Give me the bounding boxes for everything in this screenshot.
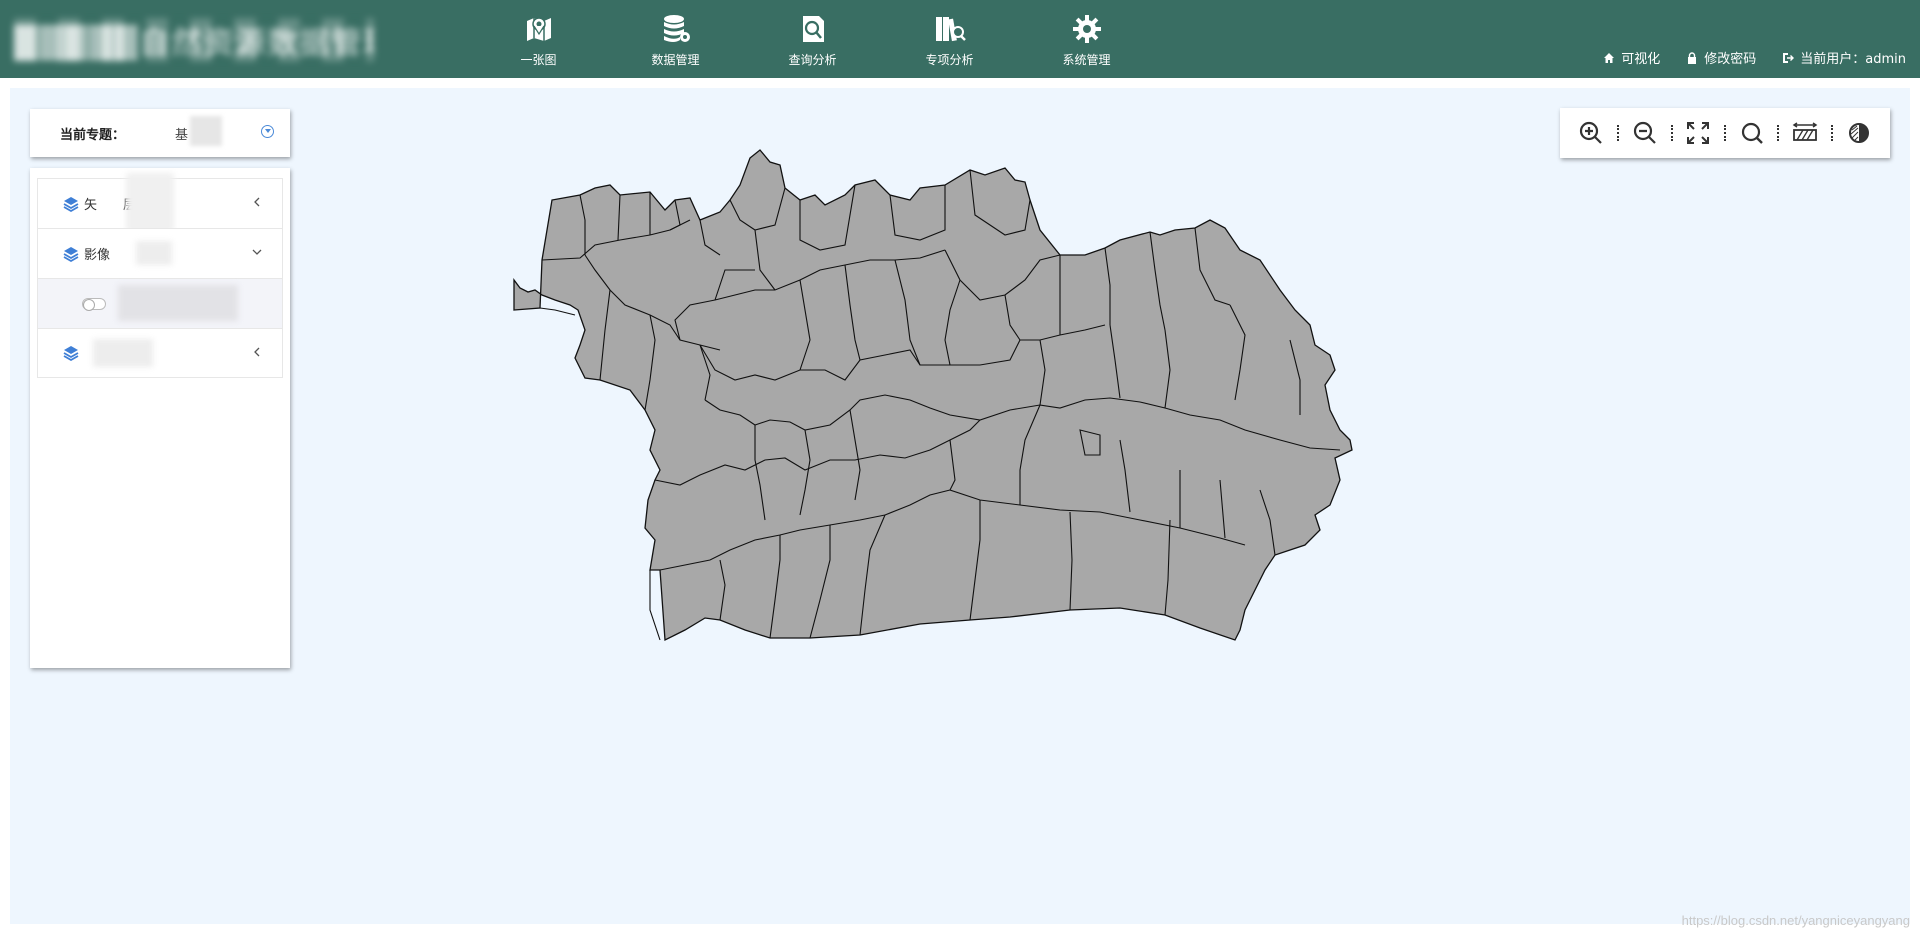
main-nav: 一张图 数据管理 查询分析 专项分析 系统管理	[470, 0, 1155, 78]
layer-group-label: 矢	[84, 198, 98, 213]
map-region[interactable]	[513, 149, 1353, 642]
toolbar-separator	[1723, 125, 1726, 141]
nav-item-data-management[interactable]: 数据管理	[607, 0, 744, 78]
nav-label: 专项分析	[925, 53, 974, 67]
chevron-left-icon[interactable]	[252, 197, 262, 207]
subject-dropdown-icon[interactable]	[261, 125, 274, 138]
books-search-icon	[935, 17, 966, 42]
measure-icon[interactable]	[1792, 120, 1818, 146]
chevron-down-icon[interactable]	[252, 247, 262, 257]
map-pin-icon	[526, 17, 551, 41]
visualize-link[interactable]: 可视化	[1603, 48, 1660, 67]
district-map[interactable]	[500, 140, 1450, 800]
layers-icon	[63, 246, 79, 262]
nav-item-system-management[interactable]: 系统管理	[1018, 0, 1155, 78]
toolbar-separator	[1777, 125, 1780, 141]
redaction-mask	[136, 241, 172, 265]
map-toolbar	[1560, 108, 1890, 158]
layer-group-other[interactable]	[37, 328, 283, 378]
user-bar: 可视化 修改密码 当前用户：admin	[1603, 48, 1906, 67]
contrast-icon[interactable]	[1846, 120, 1872, 146]
app-title: █████自然资源数据管理平台	[14, 18, 374, 62]
zoom-in-icon[interactable]	[1578, 120, 1604, 146]
layer-panel: 矢 层 影像	[30, 168, 290, 668]
top-header: █████自然资源数据管理平台 一张图 数据管理	[0, 0, 1920, 78]
toolbar-separator	[1830, 125, 1833, 141]
redaction-mask	[126, 173, 174, 233]
current-user-link[interactable]: 当前用户：admin	[1782, 48, 1906, 67]
search-document-icon	[802, 16, 824, 42]
watermark: https://blog.csdn.net/yangniceyangyang	[1681, 913, 1910, 928]
subject-redaction	[190, 115, 223, 146]
sign-out-icon	[1783, 52, 1795, 63]
nav-item-query-analysis[interactable]: 查询分析	[744, 0, 881, 78]
change-password-label: 修改密码	[1704, 52, 1757, 67]
layer-item	[37, 278, 283, 328]
subject-value: 基	[175, 115, 223, 146]
redaction-mask	[93, 339, 153, 367]
layers-icon	[63, 196, 79, 212]
nav-label: 系统管理	[1062, 53, 1111, 67]
layer-visibility-toggle[interactable]	[82, 297, 106, 311]
change-password-link[interactable]: 修改密码	[1686, 48, 1756, 67]
layer-group-imagery[interactable]: 影像	[37, 228, 283, 278]
search-icon[interactable]	[1739, 120, 1765, 146]
database-settings-icon	[663, 15, 690, 42]
layer-group-vector[interactable]: 矢 层	[37, 173, 283, 233]
nav-label: 数据管理	[651, 53, 700, 67]
full-extent-icon[interactable]	[1685, 120, 1711, 146]
visualize-label: 可视化	[1621, 52, 1661, 67]
chevron-left-icon[interactable]	[252, 347, 262, 357]
nav-label: 查询分析	[788, 53, 837, 67]
nav-item-map[interactable]: 一张图	[470, 0, 607, 78]
toolbar-separator	[1617, 125, 1620, 141]
subject-value-text: 基	[175, 127, 189, 143]
gear-icon	[1072, 15, 1101, 43]
redaction-mask	[118, 285, 238, 321]
current-user-label: 当前用户：admin	[1800, 52, 1906, 67]
nav-label: 一张图	[520, 53, 557, 67]
toolbar-separator	[1670, 125, 1673, 141]
layers-icon	[63, 346, 79, 362]
nav-item-special-analysis[interactable]: 专项分析	[881, 0, 1018, 78]
home-icon	[1604, 52, 1615, 63]
subject-label: 当前专题：	[60, 127, 126, 143]
map-regions	[513, 149, 1353, 642]
subject-panel: 当前专题： 基	[30, 109, 290, 157]
layer-group-label: 影像	[84, 248, 111, 263]
lock-icon	[1688, 51, 1697, 64]
zoom-out-icon[interactable]	[1632, 120, 1658, 146]
